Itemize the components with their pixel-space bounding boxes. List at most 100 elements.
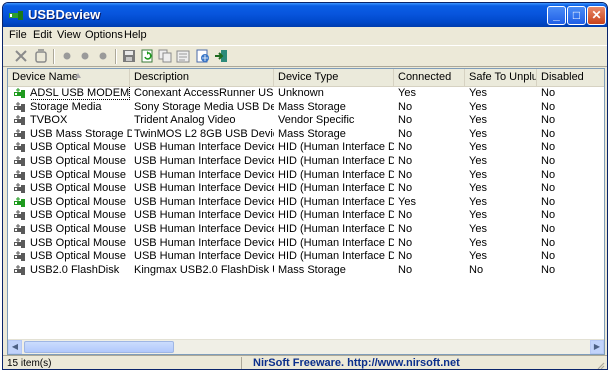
cell-text: HID (Human Interface De... <box>278 195 394 208</box>
column-header-device-name[interactable]: Device Name <box>8 69 130 86</box>
cell-text: USB Optical Mouse <box>30 223 126 235</box>
table-row[interactable]: USB Optical Mouse USB Human Interface Dev… <box>8 250 604 263</box>
cell-text: USB Human Interface Device <box>134 155 274 167</box>
cell-text: No <box>541 195 556 208</box>
table-row[interactable]: TVBOX Trident Analog Video Vendor Specific… <box>8 114 604 127</box>
menu-help[interactable]: Help <box>122 29 149 41</box>
table-cell: Yes <box>398 87 465 100</box>
table-row[interactable]: USB Optical Mouse USB Human Interface Dev… <box>8 155 604 168</box>
column-header-connected[interactable]: Connected <box>394 69 465 86</box>
connect-icon[interactable] <box>77 48 93 64</box>
menu-file[interactable]: File <box>7 29 29 41</box>
table-cell: Yes <box>469 250 537 263</box>
column-header-device-type[interactable]: Device Type <box>274 69 394 86</box>
resize-grip-icon[interactable] <box>595 360 605 370</box>
table-row[interactable]: USB Optical Mouse USB Human Interface Dev… <box>8 182 604 195</box>
usb-device-icon <box>14 224 25 234</box>
uninstall-icon[interactable] <box>33 48 49 64</box>
cell-text: Yes <box>469 236 487 249</box>
cell-text: Sony Storage Media USB Device <box>134 100 274 113</box>
scroll-right-button[interactable]: ▶ <box>590 340 604 354</box>
table-cell: Yes <box>469 182 537 195</box>
table-row[interactable]: USB Mass Storage DeviceTwinMOS L2 8GB US… <box>8 128 604 141</box>
table-cell: USB Optical Mouse <box>30 250 132 263</box>
table-row[interactable]: USB Optical Mouse USB Human Interface Dev… <box>8 196 604 209</box>
cell-text: No <box>398 223 413 235</box>
device-list[interactable]: Device Name Description Device Type Conn… <box>7 68 605 355</box>
table-cell: HID (Human Interface De... <box>278 141 394 154</box>
column-header-disabled[interactable]: Disabled <box>537 69 604 86</box>
cell-text: USB Human Interface Device <box>134 236 274 249</box>
table-cell: Conexant AccessRunner USB A... <box>134 87 274 100</box>
table-cell: USB Optical Mouse <box>30 169 132 182</box>
cell-text: USB Optical Mouse <box>30 209 126 222</box>
menu-edit[interactable]: Edit <box>31 29 54 41</box>
html-report-icon[interactable] <box>195 48 211 64</box>
cell-text: Yes <box>469 127 487 140</box>
table-row[interactable]: USB2.0 FlashDisk Kingmax USB2.0 FlashDisk… <box>8 264 604 277</box>
horizontal-scrollbar[interactable]: ◀ ▶ <box>8 339 604 354</box>
maximize-button[interactable]: □ <box>567 6 586 25</box>
table-cell: Yes <box>469 237 537 250</box>
cell-text: No <box>541 182 556 195</box>
table-row[interactable]: USB Optical Mouse USB Human Interface Dev… <box>8 209 604 222</box>
usb-device-icon <box>14 115 25 126</box>
table-cell: No <box>398 209 465 222</box>
table-cell: Yes <box>469 196 537 209</box>
scroll-left-button[interactable]: ◀ <box>8 340 22 354</box>
table-cell: Yes <box>469 209 537 222</box>
usb-device-icon <box>14 101 25 112</box>
close-button[interactable]: ✕ <box>587 6 606 25</box>
usb-device-icon <box>14 156 25 166</box>
table-cell: No <box>541 128 603 141</box>
nirsoft-link[interactable]: NirSoft Freeware. http://www.nirsoft.net <box>253 357 460 369</box>
cell-text: No <box>541 100 556 113</box>
cell-text: No <box>469 263 484 276</box>
table-cell: No <box>541 114 603 127</box>
table-cell: Yes <box>469 114 537 127</box>
cell-text: Yes <box>469 250 487 263</box>
disconnect-icon[interactable] <box>59 48 75 64</box>
cell-text: No <box>398 100 413 113</box>
exit-icon[interactable] <box>213 48 229 64</box>
cell-text: USB Optical Mouse <box>30 195 126 208</box>
refresh-icon[interactable] <box>139 48 155 64</box>
cell-text: No <box>398 236 413 249</box>
cell-text: USB Mass Storage Device <box>30 127 132 140</box>
toggle-icon[interactable] <box>95 48 111 64</box>
table-row[interactable]: USB Optical Mouse USB Human Interface Dev… <box>8 141 604 154</box>
cell-text: USB Optical Mouse <box>30 168 126 181</box>
cell-text: No <box>541 127 556 140</box>
cell-text: Yes <box>469 195 487 208</box>
cell-text: HID (Human Interface De... <box>278 250 394 263</box>
table-cell: Yes <box>469 101 537 114</box>
table-row[interactable]: USB Optical Mouse USB Human Interface Dev… <box>8 223 604 236</box>
copy-icon[interactable] <box>157 48 173 64</box>
table-row[interactable]: Storage Media Sony Storage Media USB Devi… <box>8 101 604 114</box>
save-icon[interactable] <box>121 48 137 64</box>
scroll-thumb[interactable] <box>24 341 174 353</box>
usb-device-icon <box>14 128 25 139</box>
table-cell: No <box>541 250 603 263</box>
table-row[interactable]: USB Optical Mouse USB Human Interface Dev… <box>8 169 604 182</box>
cell-text: Yes <box>469 87 487 99</box>
cell-text: No <box>398 168 413 181</box>
menu-view[interactable]: View <box>55 29 83 41</box>
properties-icon[interactable] <box>175 48 191 64</box>
minimize-button[interactable]: _ <box>547 6 566 25</box>
table-row[interactable]: ADSL USB MODEMConexant AccessRunner USB … <box>8 87 604 100</box>
table-cell: USB Human Interface Device <box>134 223 274 236</box>
table-cell: Trident Analog Video <box>134 114 274 127</box>
table-cell: USB Human Interface Device <box>134 141 274 154</box>
table-row[interactable]: USB Optical Mouse USB Human Interface Dev… <box>8 237 604 250</box>
title-bar[interactable]: USBDeview _ □ ✕ <box>3 3 607 27</box>
column-header-safe-to-unplug[interactable]: Safe To Unplug <box>465 69 537 86</box>
menu-options[interactable]: Options <box>83 29 125 41</box>
cell-text: No <box>398 250 413 263</box>
column-header-description[interactable]: Description <box>130 69 274 86</box>
table-cell: USB Optical Mouse <box>30 237 132 250</box>
delete-icon[interactable] <box>13 48 29 64</box>
table-cell: No <box>398 128 465 141</box>
table-cell: HID (Human Interface De... <box>278 250 394 263</box>
table-cell: Vendor Specific <box>278 114 394 127</box>
